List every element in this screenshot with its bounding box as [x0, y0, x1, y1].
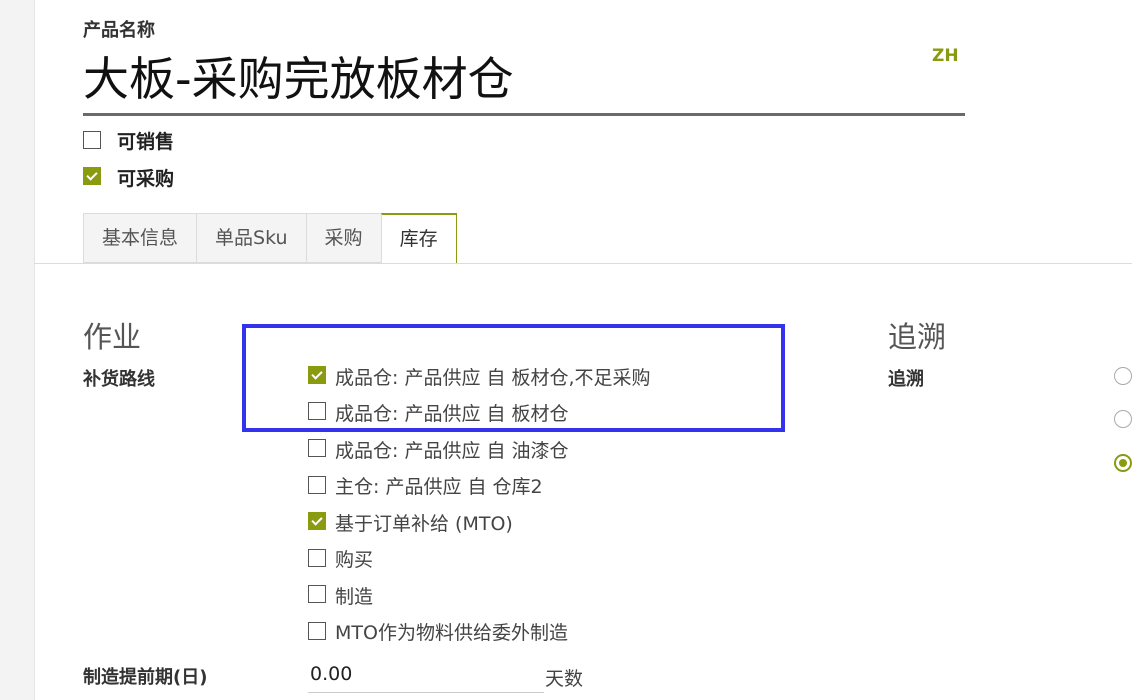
tracking-radio[interactable] — [1114, 367, 1132, 385]
can-be-sold-checkbox[interactable] — [83, 131, 101, 149]
tab-sku[interactable]: 单品Sku — [196, 213, 306, 263]
route-label: 基于订单补给 (MTO) — [335, 513, 513, 535]
route-label: 制造 — [335, 586, 374, 608]
can-be-purchased-label: 可采购 — [117, 168, 175, 190]
can-be-purchased-checkbox[interactable] — [83, 167, 101, 185]
manufacturing-lead-time-label: 制造提前期(日) — [83, 667, 208, 688]
tab-divider — [34, 263, 1132, 264]
tab-purchase[interactable]: 采购 — [305, 213, 381, 263]
route-label: MTO作为物料供给委外制造 — [335, 622, 568, 644]
product-tabs: 基本信息 单品Sku 采购 库存 — [83, 213, 457, 263]
route-checkbox[interactable] — [308, 622, 326, 640]
tracking-radio[interactable] — [1114, 410, 1132, 428]
lead-time-unit: 天数 — [545, 668, 584, 690]
traceability-section-title: 追溯 — [888, 320, 947, 354]
route-checkbox[interactable] — [308, 439, 326, 457]
highlight-annotation-box — [242, 324, 785, 432]
route-label: 成品仓: 产品供应 自 油漆仓 — [335, 440, 569, 462]
language-toggle[interactable]: ZH — [932, 46, 959, 66]
route-label: 主仓: 产品供应 自 仓库2 — [335, 476, 543, 498]
route-checkbox[interactable] — [308, 476, 326, 494]
can-be-sold-label: 可销售 — [117, 131, 175, 153]
product-name-label: 产品名称 — [83, 20, 155, 41]
tab-inventory[interactable]: 库存 — [380, 213, 457, 263]
tracking-radio[interactable] — [1114, 454, 1132, 472]
routes-label: 补货路线 — [83, 369, 155, 390]
manufacturing-lead-time-input[interactable] — [308, 656, 544, 693]
left-sidebar-strip — [0, 0, 35, 700]
route-checkbox[interactable] — [308, 585, 326, 603]
route-checkbox[interactable] — [308, 549, 326, 567]
operations-section-title: 作业 — [83, 320, 142, 354]
traceability-label: 追溯 — [888, 369, 924, 390]
route-checkbox[interactable] — [308, 512, 326, 530]
route-label: 购买 — [335, 549, 374, 571]
tab-basic-info[interactable]: 基本信息 — [83, 213, 197, 263]
product-name-input[interactable]: 大板-采购完放板材仓 — [83, 46, 965, 116]
